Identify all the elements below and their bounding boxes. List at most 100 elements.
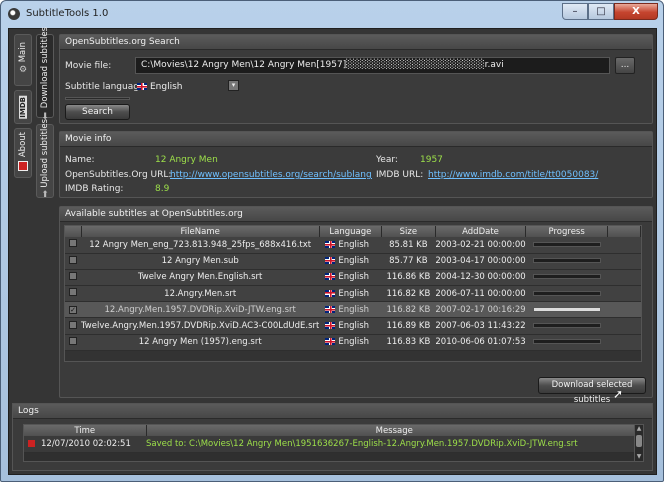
minimize-button[interactable]: – (562, 3, 588, 20)
logs-table: Time Message 12/07/2010 02:02:51 Saved to… (23, 424, 644, 462)
row-checkbox[interactable] (69, 336, 77, 345)
search-progress-bar (65, 97, 130, 100)
uk-flag-icon (325, 240, 336, 248)
subtitles-panel: Available subtitles at OpenSubtitles.org… (59, 206, 653, 405)
row-checkbox[interactable] (69, 320, 77, 329)
row-language: English (338, 239, 370, 250)
table-row[interactable]: 12.Angry.Men.srt English 116.82 KB 2006-07-… (65, 285, 641, 303)
uk-flag-icon (325, 322, 336, 330)
table-row[interactable]: 12 Angry Men (1957).eng.srt English 116.83… (65, 334, 641, 351)
window-title: SubtitleTools 1.0 (26, 8, 109, 19)
row-size: 85.77 KB (381, 253, 436, 270)
close-button[interactable]: X (614, 3, 658, 20)
row-language: English (338, 337, 370, 348)
row-progress-bar (532, 306, 601, 312)
uk-flag-icon (325, 305, 336, 313)
col-filename[interactable]: FileName (81, 226, 320, 237)
subtitle-language-label: Subtitle language: (65, 82, 148, 92)
row-progress-bar (532, 323, 601, 329)
about-icon (18, 160, 28, 171)
imdb-url-link[interactable]: http://www.imdb.com/title/tt0050083/ (428, 170, 598, 180)
tab-imdb[interactable]: IMDB (14, 90, 32, 124)
rating-value: 8.9 (155, 184, 170, 194)
row-language: English (338, 256, 370, 267)
client-area: ⚙ Main IMDB About ⬇ Download subtitles ⬆… (8, 27, 657, 475)
row-date: 2003-04-17 00:00:00 (435, 253, 526, 270)
row-size: 116.82 KB (381, 285, 436, 303)
row-progress-bar (532, 241, 601, 247)
row-language: English (338, 272, 370, 283)
row-size: 116.83 KB (381, 334, 436, 351)
row-filename: Twelve Angry Men.English.srt (81, 269, 320, 287)
movie-info-panel: Movie info Name: 12 Angry Men Year: 1957… (59, 131, 653, 198)
row-size: 85.81 KB (381, 237, 436, 254)
row-checkbox[interactable] (69, 271, 77, 280)
row-date: 2004-12-30 00:00:00 (435, 269, 526, 287)
row-checkbox[interactable] (69, 288, 77, 297)
settings-icon: ⚙ (18, 65, 28, 76)
table-row[interactable]: ✓ 12.Angry.Men.1957.DVDRip.XviD-JTW.eng.s… (65, 301, 641, 319)
app-window: SubtitleTools 1.0 – □ X ⚙ Main IMDB Abou… (0, 0, 664, 482)
log-message: Saved to: C:\Movies\12 Angry Men\1951636… (146, 436, 643, 453)
imdb-icon: IMDB (19, 95, 27, 119)
table-row[interactable]: 12 Angry Men.sub English 85.77 KB 2003-04-1… (65, 253, 641, 270)
col-size[interactable]: Size (381, 226, 436, 237)
col-adddate[interactable]: AddDate (435, 226, 527, 237)
language-select[interactable]: English ▾ (137, 80, 239, 94)
row-language: English (338, 288, 370, 299)
movie-file-input[interactable]: C:\Movies\12 Angry Men\12 Angry Men[1957… (135, 57, 610, 74)
row-date: 2007-06-03 11:43:22 (435, 317, 526, 335)
logs-panel-title: Logs (13, 404, 652, 419)
download-selected-button[interactable]: Download selected subtitles (538, 377, 646, 405)
row-filename: Twelve.Angry.Men.1957.DVDRip.XviD.AC3-C0… (81, 317, 320, 335)
row-size: 116.86 KB (381, 269, 436, 287)
uk-flag-icon (325, 257, 336, 265)
uk-flag-icon (137, 83, 147, 90)
table-row[interactable]: Twelve Angry Men.English.srt English 116.8… (65, 269, 641, 287)
logs-panel: Logs Time Message 12/07/2010 02:02:51 Sav… (12, 403, 653, 471)
row-size: 116.82 KB (381, 301, 436, 319)
tab-about[interactable]: About (14, 128, 32, 178)
col-time[interactable]: Time (24, 425, 147, 436)
table-row[interactable]: 12 Angry Men_eng_723.813.948_25fps_688x4… (65, 237, 641, 254)
scroll-up-icon[interactable]: ▲ (636, 426, 642, 432)
subtitles-panel-title: Available subtitles at OpenSubtitles.org (60, 207, 652, 222)
name-value: 12 Angry Men (155, 155, 218, 165)
chevron-down-icon[interactable]: ▾ (228, 80, 239, 91)
row-checkbox[interactable]: ✓ (69, 305, 77, 314)
row-date: 2003-02-21 00:00:00 (435, 237, 526, 254)
log-row[interactable]: 12/07/2010 02:02:51 Saved to: C:\Movies\1… (24, 436, 643, 453)
col-message[interactable]: Message (146, 425, 643, 436)
subtitles-table: FileName Language Size AddDate Progress … (64, 225, 642, 362)
tab-main[interactable]: ⚙ Main (14, 34, 32, 86)
movie-info-title: Movie info (60, 132, 652, 147)
logs-scrollbar[interactable]: ▲ ▼ (634, 425, 643, 461)
opensubtitles-url-link[interactable]: http://www.opensubtitles.org/search/subl… (170, 170, 372, 180)
search-panel-title: OpenSubtitles.org Search (60, 35, 652, 50)
uk-flag-icon (325, 289, 336, 297)
search-button[interactable]: Search (65, 104, 130, 120)
col-progress[interactable]: Progress (525, 226, 609, 237)
year-value: 1957 (420, 155, 443, 165)
title-bar[interactable]: SubtitleTools 1.0 – □ X (1, 1, 663, 27)
row-date: 2010-06-06 01:07:53 (435, 334, 526, 351)
error-flag-icon (28, 439, 35, 447)
row-progress-bar (532, 290, 601, 296)
row-filename: 12 Angry Men.sub (81, 253, 320, 270)
scroll-down-icon[interactable]: ▼ (636, 454, 642, 460)
mouse-cursor-icon: ➚ (613, 387, 624, 401)
col-language[interactable]: Language (319, 226, 382, 237)
tab-download-subtitles[interactable]: ⬇ Download subtitles (36, 27, 54, 122)
browse-button[interactable]: ... (615, 57, 635, 74)
tab-upload-subtitles[interactable]: ⬆ Upload subtitles (36, 119, 54, 200)
table-row[interactable]: Twelve.Angry.Men.1957.DVDRip.XviD.AC3-C0… (65, 317, 641, 335)
uk-flag-icon (325, 338, 336, 346)
rating-label: IMDB Rating: (65, 184, 124, 194)
row-progress-bar (532, 274, 601, 280)
side-tabs: ⚙ Main IMDB About ⬇ Download subtitles ⬆… (12, 27, 56, 418)
row-checkbox[interactable] (69, 239, 77, 248)
uk-flag-icon (325, 273, 336, 281)
row-checkbox[interactable] (69, 255, 77, 264)
maximize-button[interactable]: □ (588, 3, 614, 20)
scroll-thumb[interactable] (636, 435, 642, 447)
